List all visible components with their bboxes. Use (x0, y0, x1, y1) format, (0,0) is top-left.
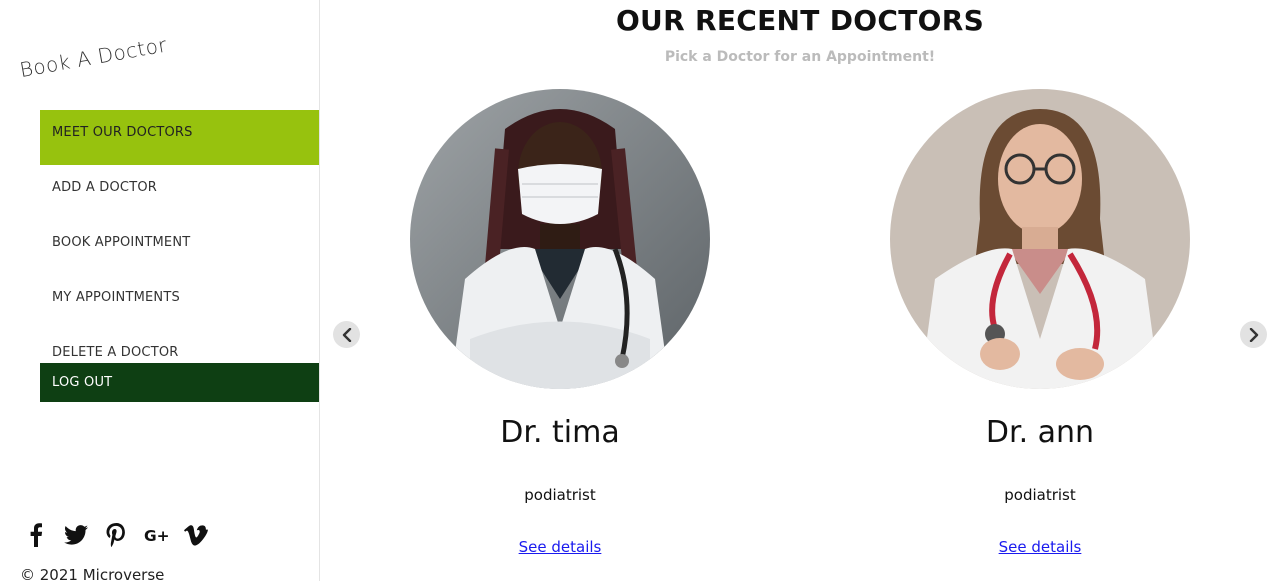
doctor-specialization: podiatrist (524, 486, 596, 504)
pinterest-icon[interactable] (104, 522, 128, 548)
doctor-specialization: podiatrist (1004, 486, 1076, 504)
main-content: OUR RECENT DOCTORS Pick a Doctor for an … (320, 0, 1280, 581)
nav-add-a-doctor[interactable]: ADD A DOCTOR (40, 165, 319, 220)
carousel-prev-button[interactable] (333, 321, 360, 348)
nav-book-appointment[interactable]: BOOK APPOINTMENT (40, 220, 319, 275)
twitter-icon[interactable] (64, 522, 88, 548)
carousel-next-button[interactable] (1240, 321, 1267, 348)
sidebar: Book A Doctor MEET OUR DOCTORS ADD A DOC… (0, 0, 320, 584)
see-details-link[interactable]: See details (999, 538, 1082, 556)
vimeo-icon[interactable] (184, 522, 208, 548)
chevron-left-icon (342, 327, 351, 342)
social-links: G+ (24, 522, 208, 548)
chevron-right-icon (1249, 327, 1258, 342)
copyright: © 2021 Microverse (20, 566, 165, 584)
sidebar-nav: MEET OUR DOCTORS ADD A DOCTOR BOOK APPOI… (40, 110, 319, 402)
svg-text:G+: G+ (144, 527, 168, 545)
logout-button[interactable]: LOG OUT (40, 363, 319, 402)
page-subtitle: Pick a Doctor for an Appointment! (664, 49, 936, 65)
google-plus-icon[interactable]: G+ (144, 522, 168, 548)
doctor-card: Dr. ann podiatrist See details (890, 89, 1190, 556)
doctor-photo[interactable] (890, 89, 1190, 389)
doctor-name: Dr. tima (500, 415, 620, 450)
see-details-link[interactable]: See details (519, 538, 602, 556)
page-title: OUR RECENT DOCTORS (615, 4, 985, 37)
doctor-name: Dr. ann (985, 415, 1095, 450)
nav-meet-our-doctors[interactable]: MEET OUR DOCTORS (40, 110, 319, 165)
facebook-icon[interactable] (24, 522, 48, 548)
doctor-card: Dr. tima podiatrist See details (410, 89, 710, 556)
doctor-photo[interactable] (410, 89, 710, 389)
nav-my-appointments[interactable]: MY APPOINTMENTS (40, 275, 319, 330)
brand-logo[interactable]: Book A Doctor (18, 32, 169, 82)
